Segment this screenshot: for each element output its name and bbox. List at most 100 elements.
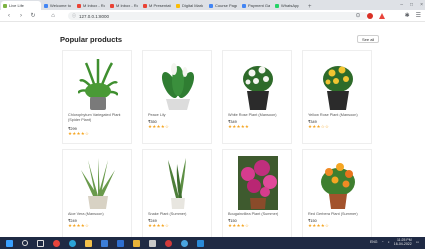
- tab-label: Payment Gate: [248, 3, 270, 8]
- product-card[interactable]: Red Gerbera Plant (Summer) ₹150 ★★★★☆: [302, 149, 372, 243]
- product-rating: ★★★★★: [228, 124, 250, 129]
- search-icon[interactable]: [22, 240, 28, 246]
- tab-favicon: [176, 3, 180, 8]
- tab-favicon: [143, 3, 147, 8]
- product-card[interactable]: Yellow Rose Plant (Mansoon) ₹349 ★★★☆☆: [302, 50, 372, 144]
- tab-favicon: [77, 3, 81, 8]
- product-image[interactable]: [147, 154, 209, 210]
- window-controls: – □ ×: [400, 0, 423, 10]
- product-card[interactable]: Peace Lily ₹350 ★★★★☆: [142, 50, 212, 144]
- tab-2[interactable]: M Inbox - Rohit: [75, 1, 107, 10]
- edge-icon[interactable]: [69, 239, 76, 247]
- product-card[interactable]: Chlorophytum Variegated Plant (Spider Pl…: [62, 50, 132, 144]
- clock-date: 16-04-2022: [393, 242, 412, 247]
- reload-icon[interactable]: ↻: [30, 12, 36, 19]
- spider-plant-image: [78, 59, 118, 110]
- product-rating: ★★★★☆: [68, 131, 90, 136]
- tab-favicon: [44, 3, 48, 8]
- tab-favicon: [275, 3, 279, 8]
- tab-label: WhatsApp: [281, 3, 300, 8]
- tab-7[interactable]: Payment Gate: [240, 1, 272, 10]
- tab-favicon: [242, 3, 246, 8]
- product-image[interactable]: [307, 154, 369, 210]
- folder-icon[interactable]: [133, 239, 140, 247]
- app-icon[interactable]: [149, 239, 156, 247]
- tab-label: M Presentation: [149, 3, 171, 8]
- extension-icon[interactable]: [366, 12, 373, 19]
- product-image[interactable]: [147, 55, 209, 111]
- product-card[interactable]: Bougainvillea Plant (Summer) ₹150 ★★★★☆: [222, 149, 292, 243]
- chrome-icon[interactable]: [53, 239, 60, 247]
- red-gerbera-image: [321, 163, 355, 209]
- peace-lily-image: [161, 63, 195, 110]
- maximize-button[interactable]: □: [410, 2, 413, 8]
- product-image[interactable]: [67, 154, 129, 210]
- zoom-icon[interactable]: ⊙: [356, 12, 361, 19]
- minimize-button[interactable]: –: [400, 2, 403, 8]
- product-card[interactable]: Snake Plant (Summer) ₹249 ★★★★☆: [142, 149, 212, 243]
- product-name: Peace Lily: [148, 113, 166, 117]
- vscode-icon[interactable]: [197, 239, 204, 247]
- tab-4[interactable]: M Presentation: [141, 1, 173, 10]
- volume-icon[interactable]: ◖: [388, 240, 390, 244]
- tab-favicon: [209, 3, 213, 8]
- tab-8[interactable]: WhatsApp: [273, 1, 305, 10]
- tab-0[interactable]: Live Life: [1, 1, 41, 10]
- language-indicator[interactable]: ENG: [370, 240, 378, 244]
- product-card[interactable]: Aloe Vera (Mansoon) ₹249 ★★★★☆: [62, 149, 132, 243]
- clock[interactable]: 11:25 PM 16-04-2022: [394, 238, 412, 246]
- back-icon[interactable]: ‹: [6, 13, 12, 19]
- task-view-icon[interactable]: [37, 239, 44, 247]
- profile-icon[interactable]: ☰: [416, 12, 421, 19]
- tab-5[interactable]: Digital Mark: [174, 1, 206, 10]
- system-tray: ENG ◔ ◖ 11:25 PM 16-04-2022 ▭: [370, 238, 419, 246]
- mail-icon[interactable]: [117, 239, 124, 247]
- yellow-rose-image: [323, 66, 353, 110]
- home-icon[interactable]: ⌂: [50, 13, 56, 19]
- product-card[interactable]: White Rose Plant (Mansoon) ₹349 ★★★★★: [222, 50, 292, 144]
- tab-1[interactable]: Welcome to: [42, 1, 74, 10]
- puzzle-icon[interactable]: ✱: [405, 12, 410, 19]
- product-rating: ★★★★☆: [148, 124, 170, 129]
- info-icon[interactable]: ⓘ: [72, 13, 76, 19]
- product-image[interactable]: [67, 55, 129, 111]
- product-image[interactable]: [227, 55, 289, 111]
- product-name: Red Gerbera Plant (Summer): [308, 212, 358, 216]
- tab-label: Welcome to: [50, 3, 72, 8]
- alert-extension-icon[interactable]: [378, 12, 385, 19]
- photos-icon[interactable]: [165, 239, 172, 247]
- file-explorer-icon[interactable]: [85, 239, 92, 247]
- aloe-vera-image: [81, 158, 115, 209]
- tab-label: M Inbox - Rohit: [116, 3, 138, 8]
- address-bar[interactable]: ⓘ 127.0.0.1:8000: [68, 12, 368, 20]
- url-text: 127.0.0.1:8000: [79, 13, 110, 19]
- store-icon[interactable]: [101, 239, 108, 247]
- toolbar-actions: ⊙ ✱ ☰: [356, 12, 421, 19]
- tab-6[interactable]: Course Page: [207, 1, 239, 10]
- see-all-button[interactable]: See all: [357, 35, 380, 43]
- tab-3[interactable]: M Inbox - Rohit: [108, 1, 140, 10]
- forward-icon[interactable]: ›: [18, 13, 24, 19]
- white-rose-image: [243, 66, 273, 110]
- network-icon[interactable]: ◔: [382, 240, 384, 244]
- product-name: Snake Plant (Summer): [148, 212, 187, 216]
- bougainvillea-image: [238, 156, 278, 210]
- windows-start-icon[interactable]: [6, 239, 13, 247]
- product-rating: ★★★★☆: [68, 223, 90, 228]
- product-rating: ★★★☆☆: [308, 124, 330, 129]
- tab-label: Live Life: [9, 3, 24, 8]
- browser-tab-strip: Live Life Welcome to M Inbox - Rohit M I…: [0, 0, 425, 10]
- notification-icon[interactable]: ▭: [416, 240, 419, 244]
- tab-label: M Inbox - Rohit: [83, 3, 105, 8]
- product-image[interactable]: [227, 154, 289, 210]
- product-rating: ★★★★☆: [228, 223, 250, 228]
- tab-favicon: [110, 3, 114, 8]
- product-name: Bougainvillea Plant (Summer): [228, 212, 279, 216]
- tab-favicon: [3, 3, 7, 8]
- browser-toolbar: ‹ › ↻ ⌂ ⓘ 127.0.0.1:8000 ⊙ ✱ ☰: [0, 10, 425, 22]
- media-icon[interactable]: [181, 239, 188, 247]
- page-title: Popular products: [60, 35, 123, 44]
- product-image[interactable]: [307, 55, 369, 111]
- product-rating: ★★★★☆: [308, 223, 330, 228]
- close-window-button[interactable]: ×: [420, 2, 423, 8]
